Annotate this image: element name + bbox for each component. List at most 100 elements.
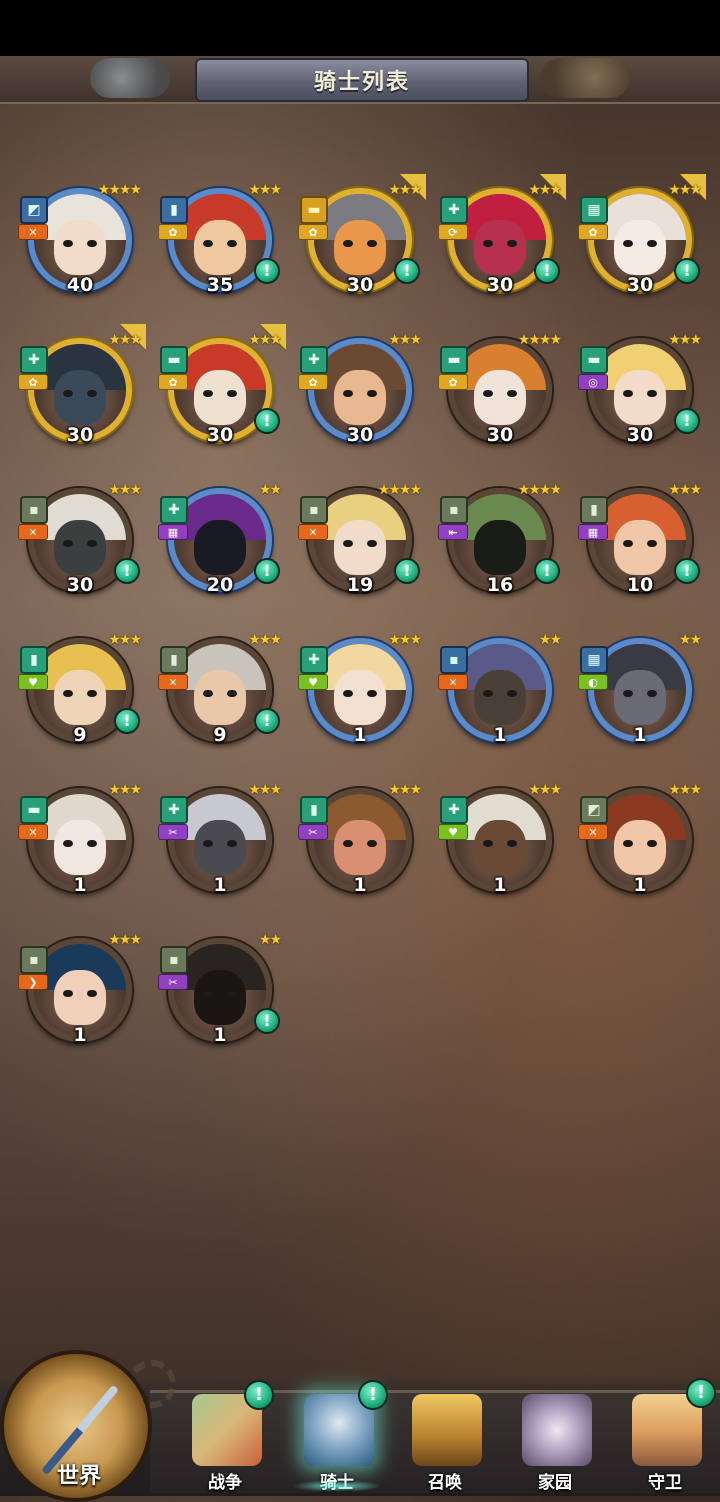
class-badge-icon: ✚ <box>300 346 328 374</box>
hero-alert-icon: ! <box>254 558 280 584</box>
hero-card[interactable]: ★★★ ✚ ✿ 30 <box>18 324 146 458</box>
role-badge-icon: ♥ <box>438 824 468 840</box>
hero-level: 1 <box>353 724 367 746</box>
hero-alert-icon: ! <box>254 408 280 434</box>
hero-level: 30 <box>626 274 654 296</box>
hero-card[interactable]: ★★★ ✚ ✿ 30 <box>298 328 422 458</box>
hero-card[interactable]: ★★★ ◩ ✕ 1 <box>578 778 702 908</box>
role-badge-icon: ✿ <box>158 374 188 390</box>
hero-level: 1 <box>353 874 367 896</box>
hero-card[interactable]: ★★★ ▪ ❯ 1 <box>18 928 142 1058</box>
role-badge-icon: ▦ <box>578 524 608 540</box>
hero-card[interactable]: ★★★★ ▪ ✕ 19! <box>298 478 422 608</box>
role-badge-icon: ✕ <box>18 224 48 240</box>
knight-alert-icon: ! <box>358 1380 388 1410</box>
hero-card[interactable]: ★★★ ✚ ✂ 1 <box>158 778 282 908</box>
hero-card[interactable]: ★★★ ▬ ✿ 30! <box>158 324 286 458</box>
hero-card[interactable]: ★★★★ ▪ ⇤ 16! <box>438 478 562 608</box>
hero-level: 1 <box>633 724 647 746</box>
hero-card[interactable]: ★★★ ▬ ◎ 30! <box>578 328 702 458</box>
hero-card[interactable]: ★★ ▪ ✂ 1! <box>158 928 282 1058</box>
hero-level: 1 <box>73 1024 87 1046</box>
role-badge-icon: ✂ <box>158 974 188 990</box>
role-badge-icon: ◐ <box>578 674 608 690</box>
hero-stars: ★★ <box>678 632 702 648</box>
hero-alert-icon: ! <box>254 708 280 734</box>
role-badge-icon: ✂ <box>298 824 328 840</box>
role-badge-icon: ♥ <box>298 674 328 690</box>
hero-card[interactable]: ★★★★ ▬ ✿ 30 <box>438 328 562 458</box>
hero-card[interactable]: ★★ ▦ ◐ 1 <box>578 628 702 758</box>
hero-card[interactable]: ★★★ ✚ ⟳ 30! <box>438 174 566 308</box>
hero-stars: ★★★ <box>668 782 702 798</box>
hero-level: 1 <box>213 874 227 896</box>
nav-war-label: 战争 <box>208 1473 242 1493</box>
hero-stars: ★★★ <box>388 782 422 798</box>
role-badge-icon: ✿ <box>578 224 608 240</box>
world-compass-button[interactable]: 世界 <box>0 1350 152 1502</box>
hero-stars: ★★★ <box>108 332 142 348</box>
hero-stars: ★★ <box>258 482 282 498</box>
hero-card[interactable]: ★★ ✚ ▦ 20! <box>158 478 282 608</box>
hero-stars: ★★★★ <box>377 482 422 498</box>
war-alert-icon: ! <box>244 1380 274 1410</box>
hero-level: 30 <box>66 574 94 596</box>
hero-level: 1 <box>633 874 647 896</box>
hero-card[interactable]: ★★★ ▦ ✿ 30! <box>578 174 706 308</box>
hero-card[interactable]: ★★★ ▮ ▦ 10! <box>578 478 702 608</box>
hero-card[interactable]: ★★★ ▬ ✕ 1 <box>18 778 142 908</box>
hero-alert-icon: ! <box>534 258 560 284</box>
hero-card[interactable]: ★★★ ✚ ♥ 1 <box>298 628 422 758</box>
nav-knight-label: 骑士 <box>320 1473 354 1493</box>
hero-alert-icon: ! <box>254 258 280 284</box>
role-badge-icon: ⇤ <box>438 524 468 540</box>
hero-card[interactable]: ★★ ▪ ✕ 1 <box>438 628 562 758</box>
hero-level: 30 <box>486 274 514 296</box>
class-badge-icon: ✚ <box>160 796 188 824</box>
hero-card[interactable]: ★★★ ▪ ✕ 30! <box>18 478 142 608</box>
role-badge-icon: ✕ <box>578 824 608 840</box>
hero-card[interactable]: ★★★ ▮ ♥ 9! <box>18 628 142 758</box>
hero-stars: ★★★ <box>528 182 562 198</box>
role-badge-icon: ◎ <box>578 374 608 390</box>
class-badge-icon: ▪ <box>20 496 48 524</box>
class-badge-icon: ✚ <box>440 196 468 224</box>
nav-home[interactable]: 家园 <box>500 1376 610 1496</box>
nav-summon[interactable]: 召唤 <box>390 1376 500 1496</box>
hero-card[interactable]: ★★★ ✚ ♥ 1 <box>438 778 562 908</box>
hero-level: 1 <box>73 874 87 896</box>
role-badge-icon: ✕ <box>298 524 328 540</box>
hero-stars: ★★★ <box>668 332 702 348</box>
hero-stars: ★★★ <box>388 632 422 648</box>
hero-stars: ★★ <box>258 932 282 948</box>
class-badge-icon: ◩ <box>580 796 608 824</box>
role-badge-icon: ❯ <box>18 974 48 990</box>
class-badge-icon: ▪ <box>440 496 468 524</box>
hero-level: 9 <box>213 724 227 746</box>
hero-stars: ★★★ <box>108 932 142 948</box>
hero-level: 10 <box>626 574 654 596</box>
class-badge-icon: ▪ <box>440 646 468 674</box>
hero-level: 1 <box>213 1024 227 1046</box>
hero-alert-icon: ! <box>534 558 560 584</box>
hero-alert-icon: ! <box>114 708 140 734</box>
summon-icon <box>412 1394 482 1466</box>
hero-level: 16 <box>486 574 514 596</box>
class-badge-icon: ▬ <box>580 346 608 374</box>
hero-card[interactable]: ★★★ ▮ ✕ 9! <box>158 628 282 758</box>
hero-card[interactable]: ★★★ ▬ ✿ 30! <box>298 174 426 308</box>
hero-stars: ★★★ <box>668 482 702 498</box>
hero-stars: ★★★ <box>108 482 142 498</box>
class-badge-icon: ✚ <box>160 496 188 524</box>
hero-stars: ★★★ <box>248 632 282 648</box>
hero-card[interactable]: ★★★ ▮ ✿ 35! <box>158 178 282 308</box>
class-badge-icon: ▮ <box>300 796 328 824</box>
hero-card[interactable]: ★★★★ ◩ ✕ 40 <box>18 178 142 308</box>
hero-level: 30 <box>346 424 374 446</box>
role-badge-icon: ✿ <box>18 374 48 390</box>
class-badge-icon: ▪ <box>300 496 328 524</box>
hero-card[interactable]: ★★★ ▮ ✂ 1 <box>298 778 422 908</box>
class-badge-icon: ▮ <box>580 496 608 524</box>
role-badge-icon: ▦ <box>158 524 188 540</box>
class-badge-icon: ▬ <box>160 346 188 374</box>
